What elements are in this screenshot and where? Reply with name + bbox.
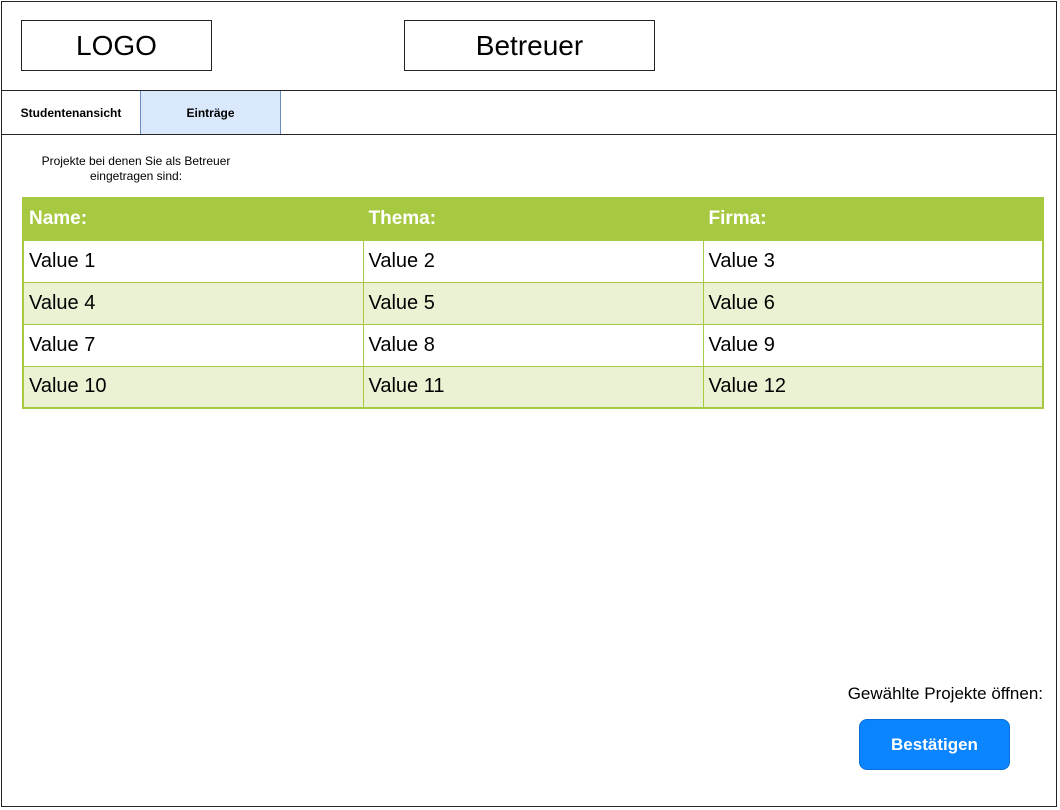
intro-text: Projekte bei denen Sie als Betreuer eing… [41, 154, 231, 183]
logo: LOGO [21, 20, 212, 71]
table-cell: Value 1 [22, 239, 364, 283]
table-cell: Value 4 [22, 281, 364, 325]
table-cell: Value 9 [702, 323, 1044, 367]
tabs-divider [1, 134, 1057, 135]
table-cell: Value 8 [362, 323, 704, 367]
tab-eintraege[interactable]: Einträge [141, 91, 281, 134]
table-row[interactable]: Value 4 Value 5 Value 6 [22, 281, 1044, 325]
table-row[interactable]: Value 10 Value 11 Value 12 [22, 365, 1044, 409]
table-cell: Value 10 [22, 365, 364, 409]
table-row[interactable]: Value 7 Value 8 Value 9 [22, 323, 1044, 367]
column-header-thema: Thema: [362, 197, 704, 241]
table-cell: Value 12 [702, 365, 1044, 409]
column-header-name: Name: [22, 197, 364, 241]
table-cell: Value 6 [702, 281, 1044, 325]
tab-studentenansicht[interactable]: Studentenansicht [2, 91, 141, 134]
tab-label: Studentenansicht [20, 105, 122, 120]
tab-label: Einträge [186, 105, 235, 120]
table-cell: Value 7 [22, 323, 364, 367]
table-row[interactable]: Value 1 Value 2 Value 3 [22, 239, 1044, 283]
projects-table: Name: Thema: Firma: Value 1 Value 2 Valu… [22, 197, 1044, 409]
table-cell: Value 11 [362, 365, 704, 409]
confirm-button[interactable]: Bestätigen [859, 719, 1010, 770]
table-cell: Value 3 [702, 239, 1044, 283]
table-cell: Value 2 [362, 239, 704, 283]
page-title: Betreuer [404, 20, 655, 71]
open-projects-label: Gewählte Projekte öffnen: [847, 684, 1043, 703]
table-cell: Value 5 [362, 281, 704, 325]
table-header-row: Name: Thema: Firma: [22, 197, 1044, 241]
column-header-firma: Firma: [702, 197, 1044, 241]
